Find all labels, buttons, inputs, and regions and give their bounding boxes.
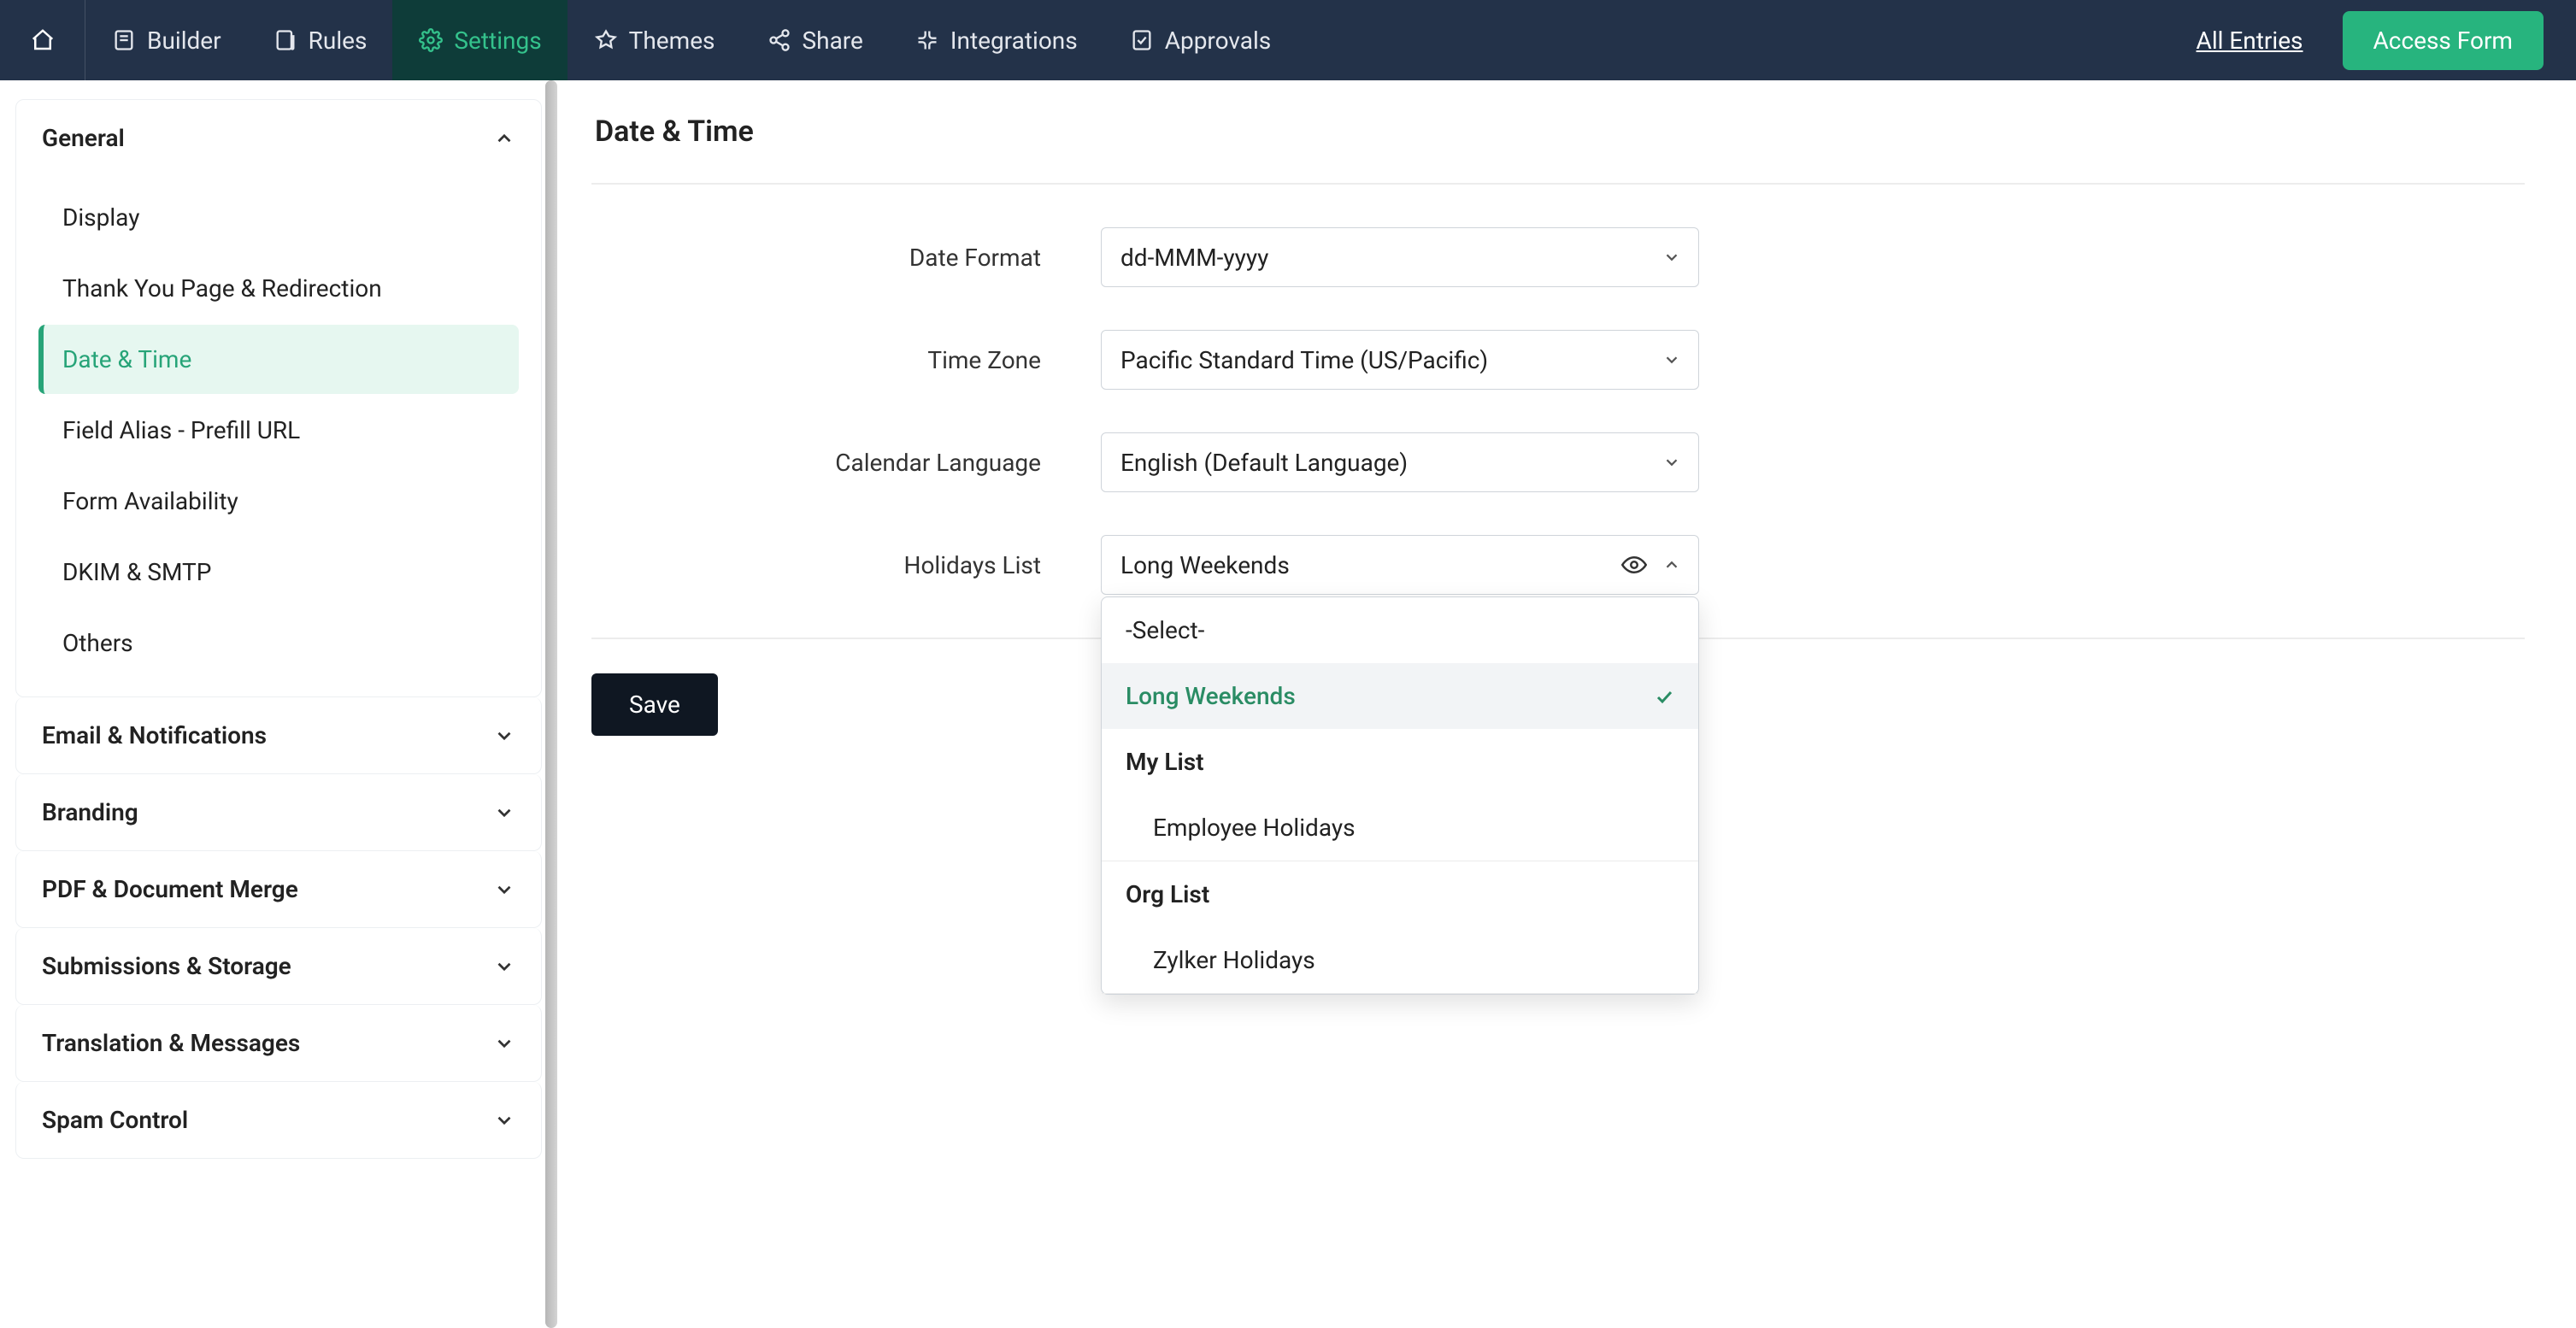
date-format-label: Date Format xyxy=(591,244,1101,272)
nav-settings[interactable]: Settings xyxy=(392,0,567,80)
sidebar-item-date-time[interactable]: Date & Time xyxy=(38,325,519,394)
sidebar-item-thank-you[interactable]: Thank You Page & Redirection xyxy=(38,254,519,323)
nav-themes-label: Themes xyxy=(629,26,715,55)
dropdown-option-zylker-holidays[interactable]: Zylker Holidays xyxy=(1102,927,1698,993)
chevron-down-icon xyxy=(493,802,515,824)
sidebar-section-submissions-title: Submissions & Storage xyxy=(42,952,291,980)
date-format-select[interactable]: dd-MMM-yyyy xyxy=(1101,227,1699,287)
chevron-up-icon xyxy=(1662,555,1681,574)
time-zone-label: Time Zone xyxy=(591,346,1101,374)
holidays-list-dropdown: -Select- Long Weekends My List Employee … xyxy=(1101,596,1699,995)
themes-icon xyxy=(593,27,619,53)
sidebar-item-dkim-smtp[interactable]: DKIM & SMTP xyxy=(38,538,519,607)
nav-integrations[interactable]: Integrations xyxy=(889,0,1103,80)
sidebar-item-display[interactable]: Display xyxy=(38,183,519,252)
sidebar-section-branding-title: Branding xyxy=(42,798,138,826)
holidays-list-label: Holidays List xyxy=(591,551,1101,579)
access-form-button[interactable]: Access Form xyxy=(2343,11,2544,70)
all-entries-link[interactable]: All Entries xyxy=(2197,26,2303,55)
sidebar-section-submissions[interactable]: Submissions & Storage xyxy=(16,928,541,1004)
sidebar-section-email[interactable]: Email & Notifications xyxy=(16,697,541,773)
integrations-icon xyxy=(915,27,940,53)
chevron-down-icon xyxy=(1662,350,1681,369)
holidays-list-select[interactable]: Long Weekends xyxy=(1101,535,1699,595)
rules-icon xyxy=(273,27,298,53)
nav-approvals-label: Approvals xyxy=(1165,26,1272,55)
dropdown-option-long-weekends[interactable]: Long Weekends xyxy=(1102,663,1698,729)
nav-builder[interactable]: Builder xyxy=(85,0,247,80)
settings-sidebar: General Display Thank You Page & Redirec… xyxy=(0,80,557,1328)
sidebar-section-email-title: Email & Notifications xyxy=(42,721,267,749)
save-button[interactable]: Save xyxy=(591,673,718,736)
time-zone-value: Pacific Standard Time (US/Pacific) xyxy=(1120,346,1488,374)
sidebar-item-form-availability[interactable]: Form Availability xyxy=(38,467,519,536)
nav-share[interactable]: Share xyxy=(741,0,889,80)
page-title: Date & Time xyxy=(591,115,2525,149)
dropdown-option-employee-holidays[interactable]: Employee Holidays xyxy=(1102,795,1698,861)
dropdown-option-select[interactable]: -Select- xyxy=(1102,597,1698,663)
calendar-language-value: English (Default Language) xyxy=(1120,449,1408,477)
nav-settings-label: Settings xyxy=(454,26,541,55)
chevron-up-icon xyxy=(493,127,515,150)
sidebar-section-pdf-title: PDF & Document Merge xyxy=(42,875,298,903)
sidebar-item-field-alias[interactable]: Field Alias - Prefill URL xyxy=(38,396,519,465)
home-button[interactable] xyxy=(0,0,85,80)
sidebar-section-translation-title: Translation & Messages xyxy=(42,1029,300,1057)
time-zone-select[interactable]: Pacific Standard Time (US/Pacific) xyxy=(1101,330,1699,390)
chevron-down-icon xyxy=(493,725,515,747)
sidebar-section-spam[interactable]: Spam Control xyxy=(16,1082,541,1158)
sidebar-section-general[interactable]: General xyxy=(16,100,541,176)
sidebar-section-translation[interactable]: Translation & Messages xyxy=(16,1005,541,1081)
calendar-language-select[interactable]: English (Default Language) xyxy=(1101,432,1699,492)
top-nav: Builder Rules Settings Themes Share Inte… xyxy=(0,0,2576,80)
sidebar-section-general-title: General xyxy=(42,124,125,152)
chevron-down-icon xyxy=(493,1032,515,1055)
chevron-down-icon xyxy=(493,1109,515,1131)
calendar-language-label: Calendar Language xyxy=(591,449,1101,477)
nav-builder-label: Builder xyxy=(147,26,221,55)
nav-themes[interactable]: Themes xyxy=(568,0,741,80)
sidebar-item-others[interactable]: Others xyxy=(38,608,519,678)
chevron-down-icon xyxy=(1662,248,1681,267)
home-icon xyxy=(30,27,56,53)
approvals-icon xyxy=(1129,27,1155,53)
sidebar-section-pdf[interactable]: PDF & Document Merge xyxy=(16,851,541,927)
divider xyxy=(591,183,2525,185)
nav-rules[interactable]: Rules xyxy=(247,0,393,80)
sidebar-section-branding[interactable]: Branding xyxy=(16,774,541,850)
main-content: Date & Time Date Format dd-MMM-yyyy Time… xyxy=(557,80,2576,1328)
eye-icon[interactable] xyxy=(1621,552,1647,578)
date-format-value: dd-MMM-yyyy xyxy=(1120,244,1268,272)
check-icon xyxy=(1654,686,1674,707)
dropdown-group-my-list: My List xyxy=(1102,729,1698,795)
chevron-down-icon xyxy=(1662,453,1681,472)
sidebar-section-spam-title: Spam Control xyxy=(42,1106,188,1134)
holidays-list-value: Long Weekends xyxy=(1120,551,1290,579)
nav-share-label: Share xyxy=(803,26,863,55)
share-icon xyxy=(767,27,792,53)
chevron-down-icon xyxy=(493,878,515,901)
nav-approvals[interactable]: Approvals xyxy=(1103,0,1297,80)
settings-icon xyxy=(418,27,444,53)
nav-integrations-label: Integrations xyxy=(950,26,1078,55)
builder-icon xyxy=(111,27,137,53)
nav-rules-label: Rules xyxy=(309,26,368,55)
divider xyxy=(1102,993,1698,994)
chevron-down-icon xyxy=(493,955,515,978)
dropdown-group-org-list: Org List xyxy=(1102,861,1698,927)
dropdown-option-long-weekends-label: Long Weekends xyxy=(1126,682,1296,710)
